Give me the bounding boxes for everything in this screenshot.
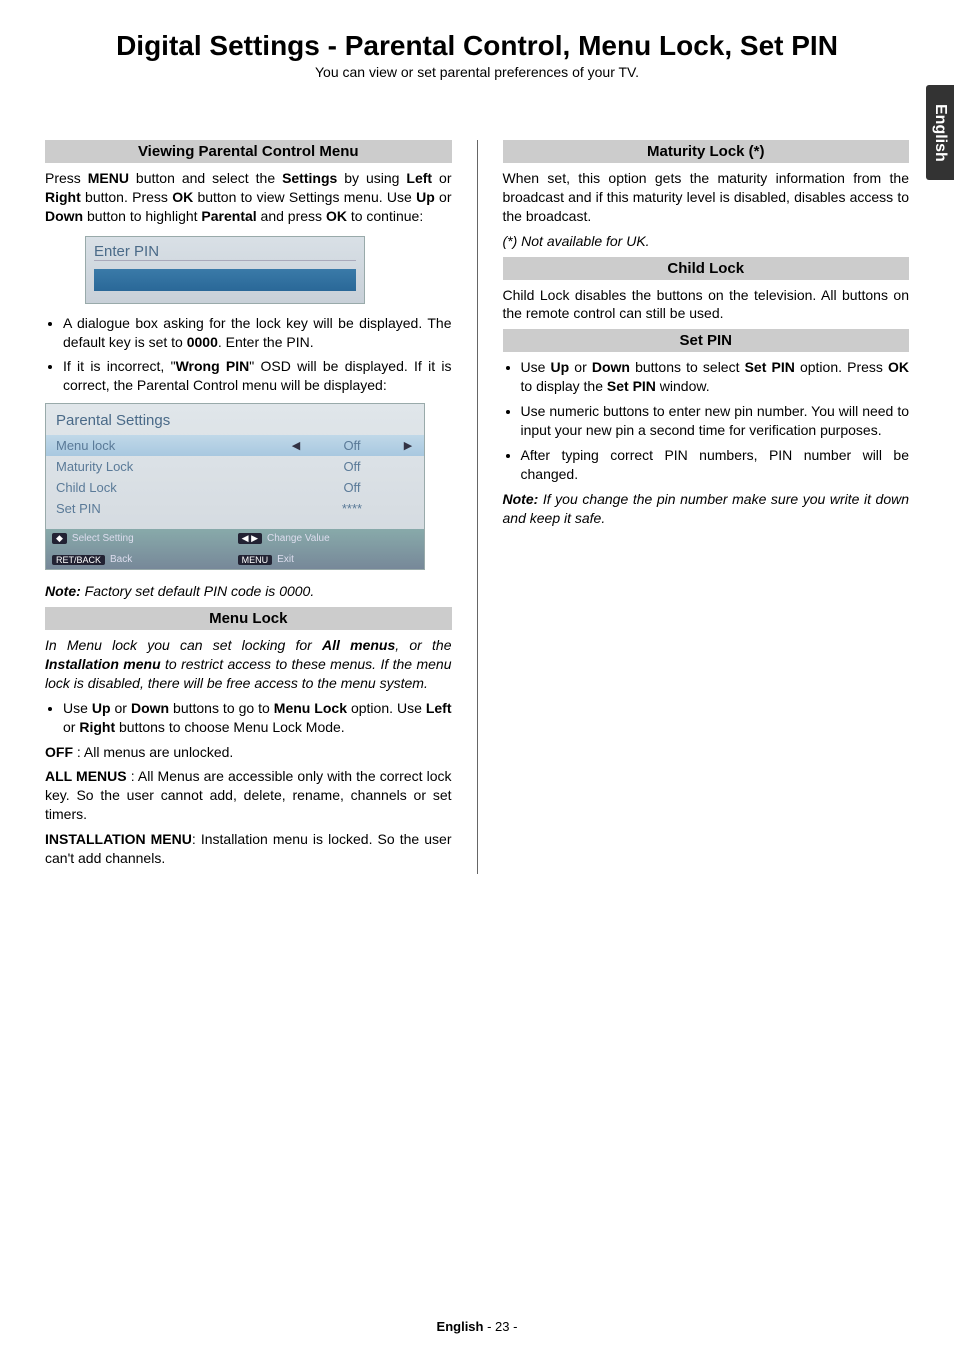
osd-footer-select: ◆Select Setting bbox=[52, 533, 228, 544]
osd-row-menu-lock: Menu lock ◀ Off ▶ bbox=[46, 435, 424, 456]
right-column: Maturity Lock (*) When set, this option … bbox=[503, 140, 910, 874]
osd-footer-change: ◀ ▶Change Value bbox=[238, 533, 414, 544]
osd-row-set-pin: Set PIN **** bbox=[46, 498, 424, 519]
left-arrow-icon: ◀ bbox=[290, 439, 302, 452]
child-lock-description: Child Lock disables the buttons on the t… bbox=[503, 286, 910, 324]
return-icon: RET/BACK bbox=[52, 555, 105, 565]
section-maturity-lock: Maturity Lock (*) bbox=[503, 140, 910, 163]
list-item: If it is incorrect, "Wrong PIN" OSD will… bbox=[63, 357, 452, 395]
pin-notes-list: A dialogue box asking for the lock key w… bbox=[45, 314, 452, 396]
maturity-description: When set, this option gets the maturity … bbox=[503, 169, 910, 226]
page-subtitle: You can view or set parental preferences… bbox=[45, 64, 909, 80]
menu-icon: MENU bbox=[238, 555, 273, 565]
left-column: Viewing Parental Control Menu Press MENU… bbox=[45, 140, 452, 874]
page: English Digital Settings - Parental Cont… bbox=[0, 0, 954, 1354]
leftright-icon: ◀ ▶ bbox=[238, 533, 262, 544]
viewing-instructions: Press MENU button and select the Setting… bbox=[45, 169, 452, 226]
osd-row-maturity-lock: Maturity Lock Off bbox=[46, 456, 424, 477]
maturity-uk-note: (*) Not available for UK. bbox=[503, 232, 910, 251]
osd-row-child-lock: Child Lock Off bbox=[46, 477, 424, 498]
section-viewing-parental: Viewing Parental Control Menu bbox=[45, 140, 452, 163]
set-pin-list: Use Up or Down buttons to select Set PIN… bbox=[503, 358, 910, 483]
osd-enter-pin-title: Enter PIN bbox=[94, 243, 356, 261]
list-item: Use Up or Down buttons to select Set PIN… bbox=[521, 358, 910, 396]
default-pin-note: Note: Factory set default PIN code is 00… bbox=[45, 582, 452, 601]
list-item: A dialogue box asking for the lock key w… bbox=[63, 314, 452, 352]
page-title: Digital Settings - Parental Control, Men… bbox=[45, 30, 909, 62]
osd-pin-field bbox=[94, 269, 356, 291]
language-tab: English bbox=[926, 85, 954, 180]
section-menu-lock: Menu Lock bbox=[45, 607, 452, 630]
column-divider bbox=[477, 140, 478, 874]
osd-parental-settings: Parental Settings Menu lock ◀ Off ▶ Matu… bbox=[45, 403, 425, 570]
list-item: After typing correct PIN numbers, PIN nu… bbox=[521, 446, 910, 484]
updown-icon: ◆ bbox=[52, 533, 67, 544]
page-footer: English - 23 - bbox=[45, 1279, 909, 1334]
osd-footer: ◆Select Setting ◀ ▶Change Value RET/BACK… bbox=[46, 529, 424, 569]
menu-lock-off: OFF : All menus are unlocked. bbox=[45, 743, 452, 762]
right-arrow-icon: ▶ bbox=[402, 439, 414, 452]
list-item: Use Up or Down buttons to go to Menu Loc… bbox=[63, 699, 452, 737]
list-item: Use numeric buttons to enter new pin num… bbox=[521, 402, 910, 440]
menu-lock-intro: In Menu lock you can set locking for All… bbox=[45, 636, 452, 693]
set-pin-note: Note: If you change the pin number make … bbox=[503, 490, 910, 528]
menu-lock-all: ALL MENUS : All Menus are accessible onl… bbox=[45, 767, 452, 824]
content-columns: Viewing Parental Control Menu Press MENU… bbox=[45, 140, 909, 874]
section-set-pin: Set PIN bbox=[503, 329, 910, 352]
menu-lock-list: Use Up or Down buttons to go to Menu Loc… bbox=[45, 699, 452, 737]
osd-enter-pin: Enter PIN bbox=[85, 236, 365, 304]
osd-parental-title: Parental Settings bbox=[46, 404, 424, 435]
menu-lock-install: INSTALLATION MENU: Installation menu is … bbox=[45, 830, 452, 868]
osd-footer-exit: MENUExit bbox=[238, 554, 414, 565]
section-child-lock: Child Lock bbox=[503, 257, 910, 280]
osd-footer-back: RET/BACKBack bbox=[52, 554, 228, 565]
